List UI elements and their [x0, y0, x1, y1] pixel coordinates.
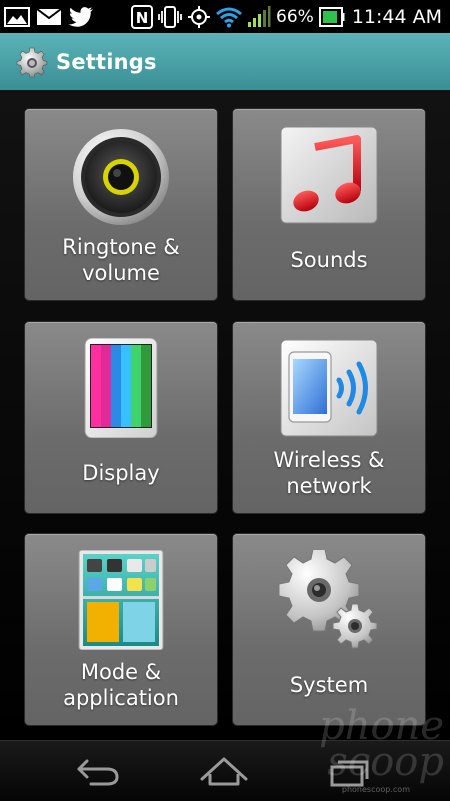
tile-label: Sounds — [290, 248, 368, 272]
system-gears-icon — [279, 550, 378, 649]
vibrate-icon — [158, 5, 182, 28]
display-phone-icon — [84, 338, 158, 438]
music-note-icon — [280, 126, 378, 224]
gps-icon — [188, 5, 211, 28]
nfc-label: N — [136, 9, 149, 27]
mail-icon — [36, 7, 62, 25]
title-bar: Settings — [0, 33, 450, 90]
tile-label: Display — [82, 461, 160, 485]
battery-percent: 66% — [276, 6, 314, 27]
gear-icon[interactable] — [16, 46, 48, 78]
tile-display[interactable]: Display — [25, 322, 217, 513]
tile-sounds[interactable]: Sounds — [233, 109, 425, 300]
system-indicators: N 66% 11:44 AM — [131, 4, 450, 29]
apps-grid-icon — [78, 550, 164, 650]
signal-icon — [248, 5, 271, 27]
tile-wireless-network[interactable]: Wireless & network — [233, 322, 425, 513]
page-title: Settings — [56, 49, 157, 74]
battery-icon — [318, 6, 345, 27]
navigation-bar — [0, 740, 450, 801]
recent-apps-icon[interactable] — [322, 753, 378, 789]
twitter-icon — [68, 6, 93, 27]
settings-grid: Ringtone & volume Sounds Display Wireles… — [0, 90, 450, 740]
back-icon[interactable] — [71, 753, 127, 789]
nfc-icon: N — [131, 4, 154, 29]
wifi-icon — [216, 7, 242, 27]
speaker-icon — [73, 129, 169, 225]
notification-icons — [0, 6, 94, 28]
tile-ringtone-volume[interactable]: Ringtone & volume — [25, 109, 217, 300]
wireless-phone-icon — [280, 339, 378, 437]
gallery-icon — [4, 6, 30, 27]
clock: 11:44 AM — [351, 5, 442, 28]
tile-mode-application[interactable]: Mode & application — [25, 534, 217, 725]
tile-label: Wireless & network — [273, 448, 385, 498]
tile-label: Mode & application — [63, 660, 179, 710]
home-icon[interactable] — [196, 753, 252, 789]
status-bar: N 66% 11:44 AM — [0, 0, 450, 33]
tile-label: Ringtone & volume — [62, 235, 180, 285]
tile-label: System — [289, 673, 369, 697]
tile-system[interactable]: System — [233, 534, 425, 725]
